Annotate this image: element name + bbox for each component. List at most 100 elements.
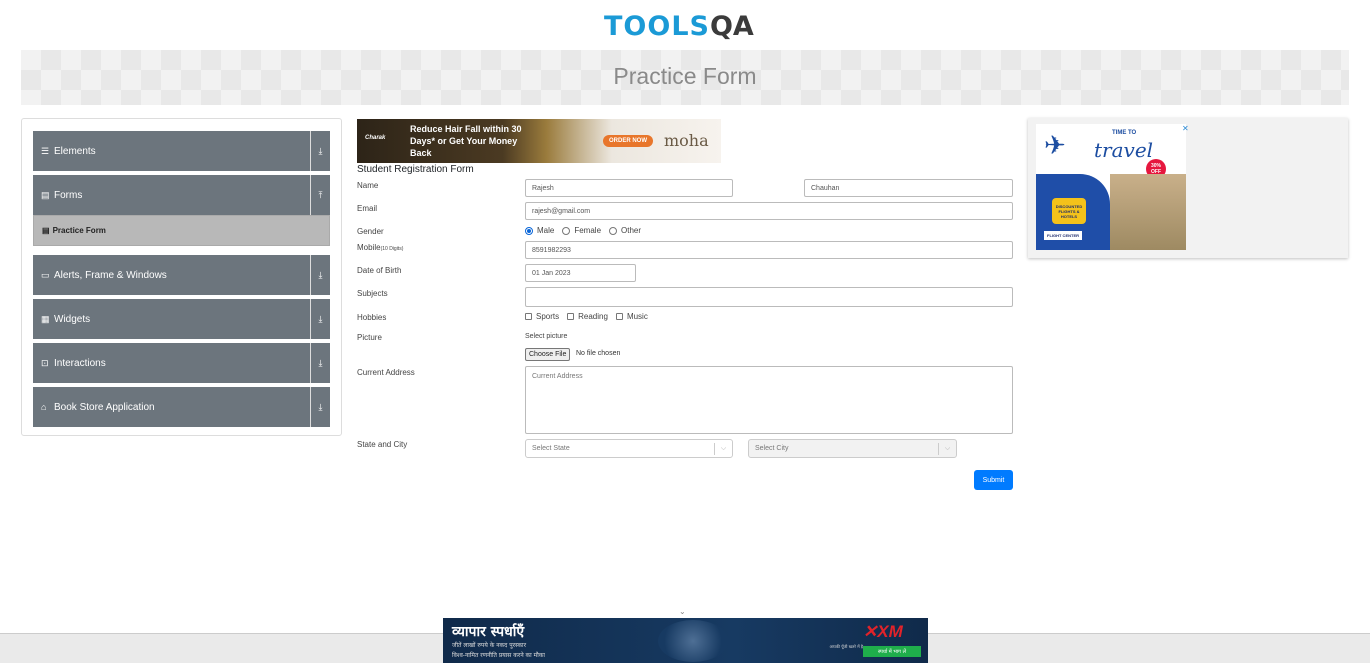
sidebar-group-label: Widgets (54, 313, 91, 325)
widgets-icon: ▦ (41, 313, 50, 324)
download-arrow-icon: ⤓ (310, 299, 330, 339)
state-city-label: State and City (357, 440, 408, 449)
ad-traveler-photo (1110, 174, 1186, 250)
ad-bottom-brand: ✕XM (863, 622, 903, 641)
ad-sidebar-right[interactable]: ✈ TIME TO travel 30% OFF DISCOUNTED FLIG… (1028, 118, 1348, 258)
city-placeholder: Select City (755, 445, 789, 452)
page-title: Practice Form (613, 63, 757, 89)
form-item-icon: ▤ (42, 226, 50, 235)
gender-radio-group: Male Female Other (525, 226, 649, 235)
hobbies-checkbox-group: Sports Reading Music (525, 312, 656, 321)
radio-icon (609, 226, 618, 235)
chevron-down-icon: ⌵ (938, 443, 956, 455)
form-icon: ▤ (41, 189, 50, 200)
first-name-input[interactable]: Rajesh (525, 179, 733, 197)
email-label: Email (357, 204, 378, 213)
download-arrow-icon: ⤓ (310, 387, 330, 427)
mobile-input[interactable]: 8591982293 (525, 241, 1013, 259)
sidebar: ☰ Elements ⤓ ▤ Forms ⤒ ▤ Practice Form ▭… (21, 118, 342, 436)
checkbox-icon (525, 313, 532, 320)
ad-brand: FLIGHT CENTER (1044, 231, 1082, 240)
name-label: Name (357, 181, 379, 190)
select-picture-label: Select picture (525, 333, 568, 340)
hobby-sports-checkbox[interactable]: Sports (525, 312, 559, 321)
ad-brand: moha (664, 131, 709, 150)
mobile-hint: (10 Digits) (380, 246, 404, 252)
sidebar-group-label: Forms (54, 189, 83, 201)
upload-arrow-icon: ⤒ (310, 175, 330, 215)
ad-bottom-line1: जीतें लाखों रुपये के नकद पुरस्कार (452, 642, 527, 649)
logo-text: TOOLS (604, 10, 710, 42)
sidebar-group-bookstore[interactable]: ⌂ Book Store Application ⤓ (33, 387, 330, 427)
ad-tag: DISCOUNTED FLIGHTS & HOTELS (1052, 198, 1086, 224)
checkbox-icon (615, 313, 623, 320)
gender-label: Gender (357, 227, 384, 236)
chevron-down-icon[interactable]: ⌄ (679, 607, 686, 616)
ad-order-button[interactable]: ORDER NOW (603, 135, 653, 147)
ad-banner-bottom[interactable]: व्यापार स्पर्धाएँ जीतें लाखों रुपये के न… (443, 618, 928, 663)
current-address-input[interactable]: Current Address (525, 366, 1013, 434)
ad-headline: Reduce Hair Fall within 30 Days* or Get … (410, 124, 522, 158)
sidebar-group-label: Interactions (54, 357, 106, 369)
sidebar-group-label: Alerts, Frame & Windows (54, 269, 167, 281)
xm-logo-icon: ✕ (863, 622, 878, 641)
ad-bottom-risk-text: आपकी पूँजी खतरे में है (829, 644, 863, 649)
download-arrow-icon: ⤓ (310, 343, 330, 383)
download-arrow-icon: ⤓ (310, 255, 330, 295)
menu-icon: ☰ (41, 145, 50, 156)
window-icon: ▭ (41, 269, 50, 280)
hobby-reading-checkbox[interactable]: Reading (567, 312, 608, 321)
sidebar-group-elements[interactable]: ☰ Elements ⤓ (33, 131, 330, 171)
mobile-label: Mobile(10 Digits) (357, 243, 404, 252)
hobbies-label: Hobbies (357, 313, 387, 322)
form-title: Student Registration Form (357, 164, 474, 175)
ad-bottom-headline: व्यापार स्पर्धाएँ (452, 624, 525, 640)
email-input[interactable]: rajesh@gmail.com (525, 202, 1013, 220)
site-header: TOOLS QA (0, 0, 1370, 48)
ad-bottom-cta-button[interactable]: स्पर्धा में भाग लें (863, 646, 921, 657)
sidebar-group-interactions[interactable]: ⊡ Interactions ⤓ (33, 343, 330, 383)
toolsqa-logo[interactable]: TOOLS QA (604, 8, 754, 44)
sidebar-item-label: Practice Form (52, 226, 106, 235)
sidebar-group-label: Book Store Application (54, 401, 155, 413)
logo-gear-qa: QA (709, 10, 754, 42)
hobby-music-checkbox[interactable]: Music (615, 312, 648, 321)
bookstore-icon: ⌂ (41, 402, 47, 412)
file-status: No file chosen (576, 350, 621, 357)
chevron-down-icon: ⌵ (714, 443, 732, 455)
sidebar-item-practice-form[interactable]: ▤ Practice Form (33, 215, 330, 246)
sidebar-group-widgets[interactable]: ▦ Widgets ⤓ (33, 299, 330, 339)
ad-bottom-line2: विश्व-नामित रणनीति प्रयास करने का मौका (452, 652, 545, 659)
airplane-icon: ✈ (1044, 130, 1066, 160)
ad-bottom-graphic (658, 620, 728, 662)
dob-input[interactable]: 01 Jan 2023 (525, 264, 636, 282)
subjects-input[interactable] (525, 287, 1013, 307)
last-name-input[interactable]: Chauhan (804, 179, 1013, 197)
interactions-icon: ⊡ (41, 357, 49, 368)
dob-label: Date of Birth (357, 266, 402, 275)
state-select[interactable]: Select State ⌵ (525, 439, 733, 458)
sidebar-group-forms[interactable]: ▤ Forms ⤒ (33, 175, 330, 215)
ad-travel-text: travel (1094, 138, 1154, 162)
sidebar-group-alerts[interactable]: ▭ Alerts, Frame & Windows ⤓ (33, 255, 330, 295)
checkbox-icon (567, 313, 575, 320)
page-banner: Practice Form (21, 50, 1349, 105)
download-arrow-icon: ⤓ (310, 131, 330, 171)
gender-other-radio[interactable]: Other (609, 226, 641, 235)
picture-label: Picture (357, 333, 382, 342)
ad-banner-top[interactable]: Charak Reduce Hair Fall within 30 Days* … (357, 119, 721, 163)
radio-checked-icon (525, 226, 533, 235)
subjects-label: Subjects (357, 289, 388, 298)
state-placeholder: Select State (532, 445, 570, 452)
address-label: Current Address (357, 368, 415, 377)
ad-top-text: TIME TO (1112, 130, 1137, 136)
city-select[interactable]: Select City ⌵ (748, 439, 957, 458)
gender-female-radio[interactable]: Female (562, 226, 601, 235)
choose-file-button[interactable]: Choose File (525, 348, 571, 361)
ad-travel-image[interactable]: ✈ TIME TO travel 30% OFF DISCOUNTED FLIG… (1036, 124, 1186, 250)
ad-close-icon[interactable]: ✕ (1182, 124, 1189, 133)
gender-male-radio[interactable]: Male (525, 226, 554, 235)
submit-button[interactable]: Submit (974, 470, 1013, 490)
sidebar-group-label: Elements (54, 145, 96, 157)
radio-icon (562, 226, 571, 235)
